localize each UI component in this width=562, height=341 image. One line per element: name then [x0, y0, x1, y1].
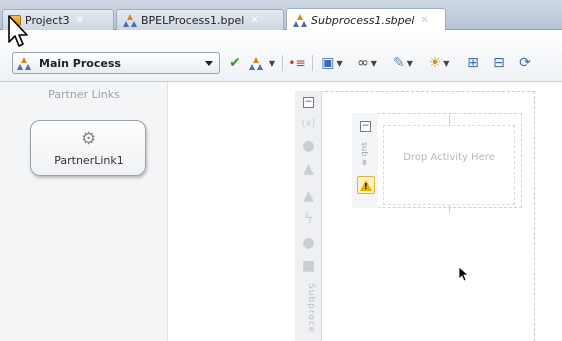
- catch-icon[interactable]: ▲: [301, 162, 316, 177]
- tab-bpelprocess1[interactable]: BPELProcess1.bpel ✕: [116, 9, 284, 30]
- checkmark-icon: ✔: [229, 55, 241, 71]
- connector-line: [449, 205, 450, 213]
- toolbar-separator: [282, 55, 283, 71]
- chevron-down-icon: [205, 61, 213, 66]
- expression-button[interactable]: ▣ ▼: [318, 53, 346, 73]
- process-select[interactable]: Main Process: [12, 52, 220, 74]
- tab-label: Subprocess1.sbpel: [311, 13, 415, 27]
- dropdown-arrow-icon: ▼: [336, 58, 343, 68]
- bpel-process-icon: [123, 13, 137, 27]
- align-button[interactable]: •≡: [288, 53, 306, 73]
- validate-button[interactable]: ✔: [226, 53, 244, 73]
- partner-link-node[interactable]: ⚙ PartnerLink1: [30, 120, 146, 176]
- binoculars-icon: ∞: [357, 55, 369, 71]
- process-select-value: Main Process: [39, 56, 121, 70]
- partner-link-label: PartnerLink1: [54, 154, 124, 167]
- correlation-icon[interactable]: ●: [301, 139, 316, 154]
- process-icon: [248, 56, 263, 70]
- drop-activity-zone[interactable]: [383, 125, 515, 205]
- mouse-cursor-icon: [8, 15, 28, 47]
- throw-icon[interactable]: ▲: [301, 189, 316, 204]
- editor-tab-bar: Project3 ✕ BPELProcess1.bpel ✕ Subproces…: [0, 0, 562, 31]
- dropdown-arrow-icon: ▼: [268, 58, 276, 68]
- drop-activity-text: Drop Activity Here: [403, 152, 495, 163]
- collapse-all-button[interactable]: ⊟: [488, 53, 510, 73]
- toolbar-separator: [312, 55, 313, 71]
- sensor-icon: ☀: [428, 55, 442, 71]
- close-icon[interactable]: ✕: [420, 15, 428, 26]
- process-button[interactable]: ▼: [248, 53, 276, 73]
- tab-subprocess1[interactable]: Subprocess1.sbpel ✕: [286, 8, 446, 31]
- align-icon: •≡: [288, 56, 306, 70]
- refresh-button[interactable]: ⟳: [514, 53, 536, 73]
- collapse-toggle[interactable]: −: [303, 97, 314, 108]
- tab-label: Project3: [25, 13, 70, 27]
- tab-label: BPELProcess1.bpel: [141, 13, 245, 27]
- dropdown-arrow-icon: ▼: [406, 58, 413, 68]
- termination-icon[interactable]: ■: [301, 259, 316, 274]
- dropdown-arrow-icon: ▼: [370, 58, 377, 68]
- event-icon[interactable]: ϟ: [301, 212, 316, 227]
- palette-vertical-label: Subproce: [306, 283, 316, 334]
- refresh-icon: ⟳: [519, 55, 531, 71]
- sequence-vertical-label: sub ≡: [360, 142, 369, 166]
- bpel-process-icon: [17, 56, 31, 70]
- close-icon[interactable]: ✕: [76, 15, 84, 26]
- sensor-button[interactable]: ☀ ▼: [424, 53, 454, 73]
- dropdown-arrow-icon: ▼: [443, 58, 450, 68]
- bpel-process-icon: [293, 13, 307, 27]
- deploy-button[interactable]: ✎ ▼: [388, 53, 418, 73]
- collapse-toggle[interactable]: −: [360, 121, 371, 132]
- mouse-cursor-icon: [458, 266, 470, 282]
- warning-badge[interactable]: !: [357, 176, 375, 194]
- partner-links-panel: Partner Links ⚙ PartnerLink1: [0, 82, 168, 341]
- close-icon[interactable]: ✕: [250, 15, 258, 26]
- panel-title: Partner Links: [48, 88, 120, 101]
- search-button[interactable]: ∞ ▼: [352, 53, 382, 73]
- expand-all-icon: ⊞: [467, 55, 479, 71]
- compensation-icon[interactable]: ●: [301, 236, 316, 251]
- collapse-all-icon: ⊟: [493, 55, 505, 71]
- connector-line: [449, 115, 450, 125]
- expression-icon: ▣: [321, 55, 335, 71]
- deploy-icon: ✎: [393, 55, 405, 71]
- expand-all-button[interactable]: ⊞: [462, 53, 484, 73]
- variables-icon[interactable]: (x): [301, 116, 316, 131]
- warning-icon: !: [360, 179, 372, 191]
- gear-icon: ⚙: [81, 129, 97, 149]
